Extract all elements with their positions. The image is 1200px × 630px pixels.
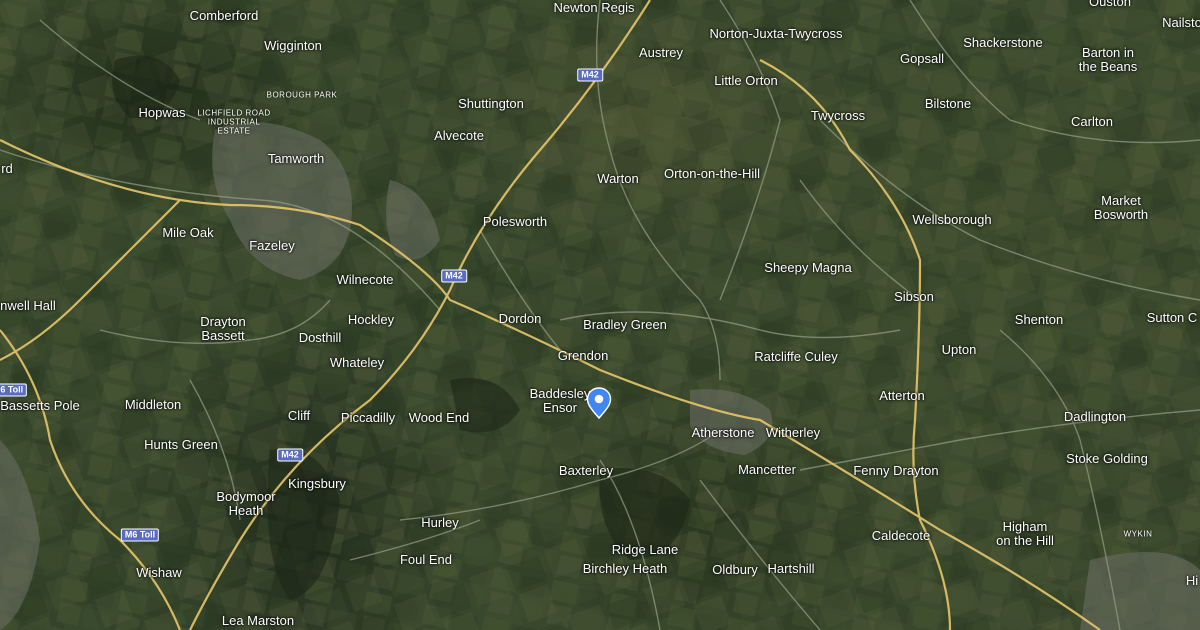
place-label: Baddesley Ensor	[529, 386, 591, 415]
place-label: Lea Marston	[221, 613, 295, 628]
place-label: Fazeley	[249, 238, 295, 253]
place-label: Atherstone	[691, 425, 755, 440]
place-label: Hunts Green	[144, 437, 218, 452]
place-label: Shenton	[1014, 312, 1064, 327]
place-label: Sutton C	[1146, 310, 1198, 325]
place-label: Foul End	[399, 552, 453, 567]
place-label: Orton-on-the-Hill	[663, 166, 761, 181]
place-label: Kingsbury	[288, 476, 346, 491]
place-label: Wood End	[408, 410, 470, 425]
road-shield-m6-toll: M6 Toll	[120, 528, 160, 542]
area-label: LICHFIELD ROAD INDUSTRIAL ESTATE	[197, 108, 271, 136]
place-label: Twycross	[810, 108, 866, 123]
place-label: Ratcliffe Culey	[754, 349, 838, 364]
place-label: nwell Hall	[0, 298, 56, 313]
place-label: Warton	[597, 171, 639, 186]
satellite-map[interactable]: M42 M42 M42 M6 Toll M6 Toll BOROUGH PARK…	[0, 0, 1200, 630]
place-label: Carlton	[1071, 114, 1113, 129]
place-label: Caldecote	[871, 528, 931, 543]
place-label: Market Bosworth	[1093, 193, 1149, 222]
place-label: Piccadilly	[340, 410, 396, 425]
road-shield-m6-toll: M6 Toll	[0, 383, 28, 397]
place-label: Birchley Heath	[582, 561, 668, 576]
place-label: Bassetts Pole	[0, 398, 80, 413]
place-label: Little Orton	[714, 73, 778, 88]
place-label: Hi	[1185, 573, 1199, 588]
place-label: Alvecote	[434, 128, 484, 143]
road-shield-m42: M42	[441, 269, 467, 283]
place-label: Shuttington	[458, 96, 524, 111]
place-label: Witherley	[765, 425, 821, 440]
place-label: Norton-Juxta-Twycross	[709, 26, 843, 41]
place-label: Tamworth	[267, 151, 325, 166]
place-label: Polesworth	[482, 214, 548, 229]
place-label: Hopwas	[138, 105, 186, 120]
place-label: Upton	[941, 342, 977, 357]
place-label: Oldbury	[712, 562, 758, 577]
place-label: Wigginton	[264, 38, 322, 53]
place-label: Gopsall	[899, 51, 945, 66]
place-label: Hartshill	[767, 561, 815, 576]
place-label: Drayton Bassett	[200, 314, 246, 343]
place-label: Hockley	[347, 312, 395, 327]
place-label: Whateley	[329, 355, 385, 370]
place-label: Sheepy Magna	[764, 260, 852, 275]
place-label: Austrey	[638, 45, 684, 60]
place-label: Grendon	[557, 348, 609, 363]
place-label: Shackerstone	[963, 35, 1043, 50]
place-label: Dosthill	[298, 330, 342, 345]
location-pin-icon[interactable]	[586, 387, 612, 419]
place-label: Higham on the Hill	[996, 519, 1054, 548]
place-label: Comberford	[189, 8, 259, 23]
place-label: Newton Regis	[553, 0, 635, 15]
place-label: Bradley Green	[583, 317, 667, 332]
place-label: Fenny Drayton	[853, 463, 939, 478]
place-label: Wishaw	[136, 565, 182, 580]
place-label: rd	[1, 161, 13, 176]
place-label: Mile Oak	[162, 225, 214, 240]
place-label: Hurley	[421, 515, 459, 530]
place-label: Dordon	[498, 311, 542, 326]
place-label: Barton in the Beans	[1078, 45, 1138, 74]
area-label: BOROUGH PARK	[266, 90, 338, 100]
place-label: Baxterley	[558, 463, 614, 478]
place-label: Ridge Lane	[611, 542, 679, 557]
area-label: WYKIN	[1123, 529, 1153, 539]
place-label: Dadlington	[1063, 409, 1127, 424]
place-label: Ouston	[1089, 0, 1131, 9]
place-label: Wellsborough	[912, 212, 992, 227]
place-label: Middleton	[124, 397, 182, 412]
place-label: Bodymoor Heath	[216, 489, 276, 518]
place-label: Stoke Golding	[1066, 451, 1148, 466]
place-label: Sibson	[894, 289, 934, 304]
place-label: Nailsto	[1162, 15, 1200, 30]
place-label: Cliff	[287, 408, 311, 423]
place-label: Wilnecote	[336, 272, 394, 287]
road-shield-m42: M42	[277, 448, 303, 462]
place-label: Atterton	[879, 388, 925, 403]
place-label: Bilstone	[924, 96, 972, 111]
place-label: Mancetter	[738, 462, 796, 477]
road-shield-m42: M42	[577, 68, 603, 82]
